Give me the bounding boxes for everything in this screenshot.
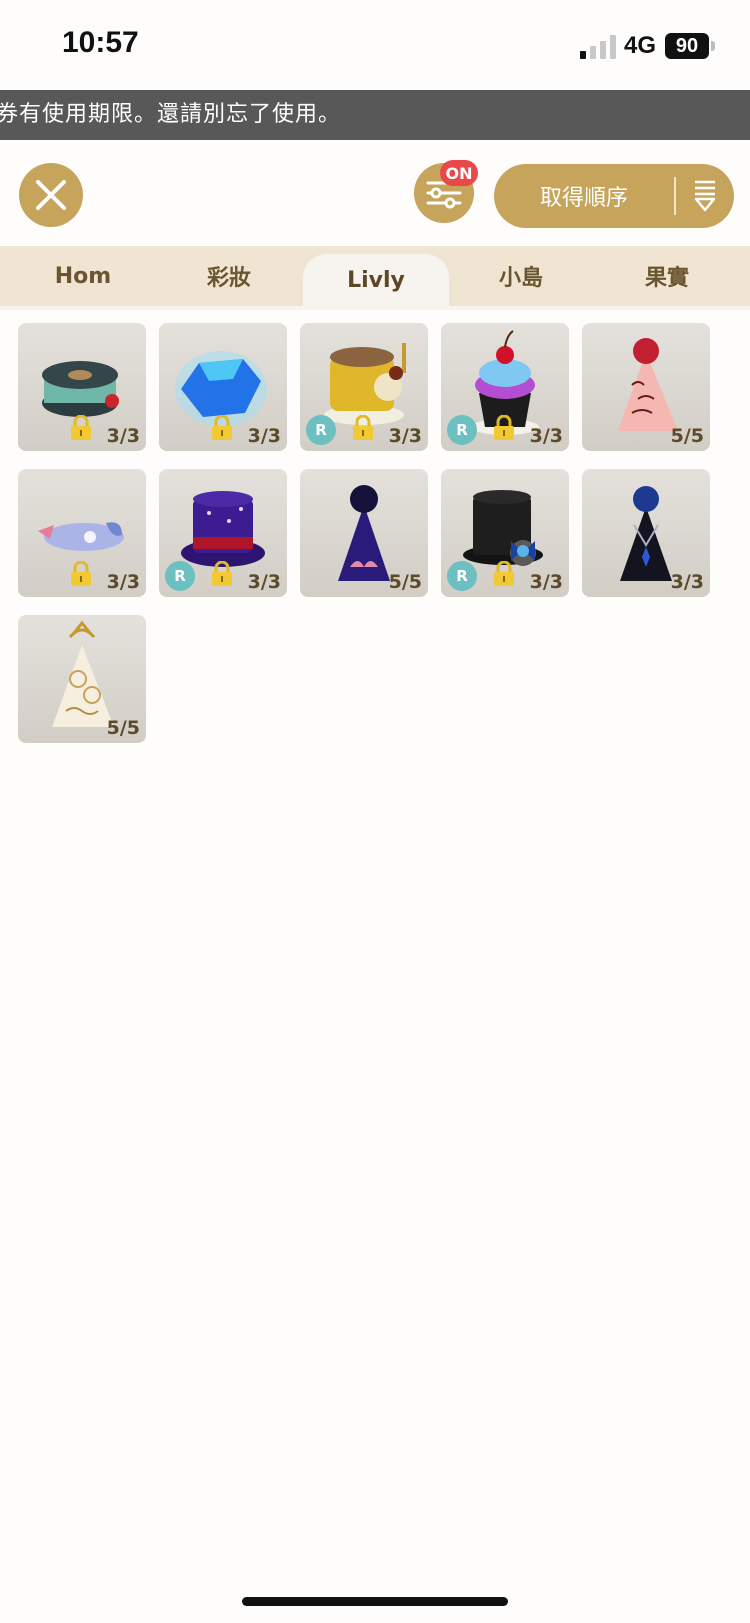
rare-badge: R bbox=[306, 415, 336, 445]
clock: 10:57 bbox=[62, 26, 139, 59]
battery-tip bbox=[711, 41, 715, 51]
item-count: 5/5 bbox=[388, 571, 422, 593]
tab-island[interactable]: 小島 bbox=[448, 246, 594, 306]
sort-order-button[interactable]: 取得順序 bbox=[494, 164, 734, 228]
rare-badge: R bbox=[165, 561, 195, 591]
tab-makeup[interactable]: 彩妝 bbox=[156, 246, 302, 306]
item-navy-party-hat[interactable]: 5/5 bbox=[300, 469, 428, 597]
battery-level: 90 bbox=[675, 34, 699, 57]
network-type: 4G bbox=[624, 32, 657, 59]
lock-icon bbox=[70, 414, 92, 445]
tabs-underline bbox=[0, 306, 750, 310]
close-button[interactable] bbox=[19, 163, 83, 227]
item-count: 5/5 bbox=[670, 425, 704, 447]
item-count: 3/3 bbox=[247, 425, 281, 447]
item-black-top-hat[interactable]: R 3/3 bbox=[441, 469, 569, 597]
item-purple-top-hat[interactable]: R 3/3 bbox=[159, 469, 287, 597]
item-count: 3/3 bbox=[529, 425, 563, 447]
sort-descending-icon bbox=[676, 179, 734, 213]
item-cupcake[interactable]: R 3/3 bbox=[441, 323, 569, 451]
lock-icon bbox=[211, 560, 233, 591]
item-count: 3/3 bbox=[247, 571, 281, 593]
rare-badge: R bbox=[447, 415, 477, 445]
tab-fruit[interactable]: 果實 bbox=[594, 246, 740, 306]
lock-icon bbox=[352, 414, 374, 445]
sort-label: 取得順序 bbox=[539, 186, 628, 211]
item-count: 5/5 bbox=[106, 717, 140, 739]
item-cream-party-hat[interactable]: 5/5 bbox=[18, 615, 146, 743]
lock-icon bbox=[493, 560, 515, 591]
lock-icon bbox=[70, 560, 92, 591]
signal-icon bbox=[580, 35, 616, 59]
tab-livly[interactable]: Livly bbox=[303, 254, 449, 306]
battery-icon: 90 bbox=[665, 33, 709, 59]
notice-banner: 券有使用期限。還請別忘了使用。 bbox=[0, 90, 750, 140]
item-count: 3/3 bbox=[106, 571, 140, 593]
rare-badge: R bbox=[447, 561, 477, 591]
item-thread-spool[interactable]: 3/3 bbox=[18, 323, 146, 451]
item-count: 3/3 bbox=[670, 571, 704, 593]
category-tabs: Hom 彩妝 Livly 小島 果實 bbox=[0, 246, 750, 306]
close-icon bbox=[36, 180, 66, 210]
lock-icon bbox=[493, 414, 515, 445]
item-blue-gem[interactable]: 3/3 bbox=[159, 323, 287, 451]
status-bar: 10:57 4G 90 bbox=[0, 0, 750, 90]
item-count: 3/3 bbox=[388, 425, 422, 447]
item-music-cup[interactable]: R 3/3 bbox=[300, 323, 428, 451]
lock-icon bbox=[211, 414, 233, 445]
notice-text: 券有使用期限。還請別忘了使用。 bbox=[0, 102, 342, 127]
item-red-party-hat[interactable]: 5/5 bbox=[582, 323, 710, 451]
item-black-party-hat[interactable]: 3/3 bbox=[582, 469, 710, 597]
item-count: 3/3 bbox=[529, 571, 563, 593]
tab-hom[interactable]: Hom bbox=[10, 246, 156, 306]
home-indicator[interactable] bbox=[242, 1597, 508, 1606]
item-count: 3/3 bbox=[106, 425, 140, 447]
filter-on-badge: ON bbox=[440, 160, 478, 186]
item-fish-ribbon[interactable]: 3/3 bbox=[18, 469, 146, 597]
